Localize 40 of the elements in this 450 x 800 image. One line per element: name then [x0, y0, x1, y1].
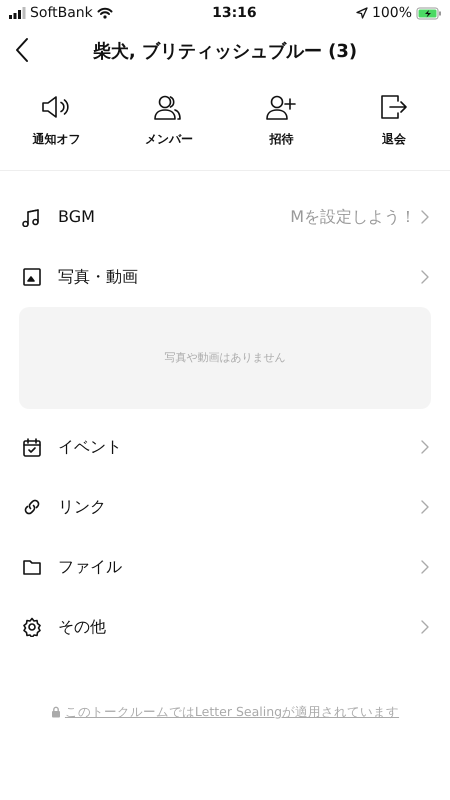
chevron-icon [420, 209, 430, 225]
menu-item[interactable]: イベント [0, 417, 450, 477]
chat-title: 柴犬, ブリティッシュブルー (3) [92, 40, 358, 64]
calendar-icon [22, 437, 42, 457]
menu-item[interactable]: BGM Mを設定しよう！ [0, 187, 450, 247]
chevron-icon [420, 499, 430, 515]
menu-label: リンク [58, 496, 107, 518]
chevron-icon [420, 269, 430, 285]
settings-icon [22, 617, 42, 637]
menu-label: 写真・動画 [58, 266, 139, 288]
menu-label: ファイル [58, 556, 123, 578]
menu-value: Mを設定しよう！ [290, 206, 416, 228]
menu-item[interactable]: その他 [0, 597, 450, 657]
menu-item[interactable]: 写真・動画 [0, 247, 450, 307]
link-icon [22, 497, 42, 517]
action-button[interactable]: 通知オフ [32, 92, 80, 148]
location-icon [356, 7, 368, 19]
chevron-icon [420, 439, 430, 455]
folder-icon [22, 557, 42, 577]
signal-icon [8, 7, 26, 19]
carrier-name: SoftBank [30, 4, 93, 22]
battery-icon [416, 6, 442, 20]
action-button[interactable]: 招待 [265, 92, 298, 148]
chevron-icon [420, 619, 430, 635]
image-icon [22, 267, 42, 287]
wifi-icon [96, 7, 113, 19]
menu-label: その他 [58, 616, 107, 638]
back-icon[interactable] [14, 36, 30, 64]
menu-label: BGM [58, 206, 96, 228]
battery-percent: 100% [372, 4, 412, 22]
chevron-icon [420, 559, 430, 575]
clock-time: 13:16 [212, 4, 257, 22]
action-button[interactable]: メンバー [144, 92, 193, 148]
menu-item[interactable]: ファイル [0, 537, 450, 597]
action-button[interactable]: 退会 [378, 92, 410, 148]
music-note-icon [22, 207, 42, 227]
lock-icon [50, 706, 61, 718]
empty-media-message: 写真や動画はありません [19, 307, 431, 409]
menu-label: イベント [58, 436, 123, 458]
menu-item[interactable]: リンク [0, 477, 450, 537]
